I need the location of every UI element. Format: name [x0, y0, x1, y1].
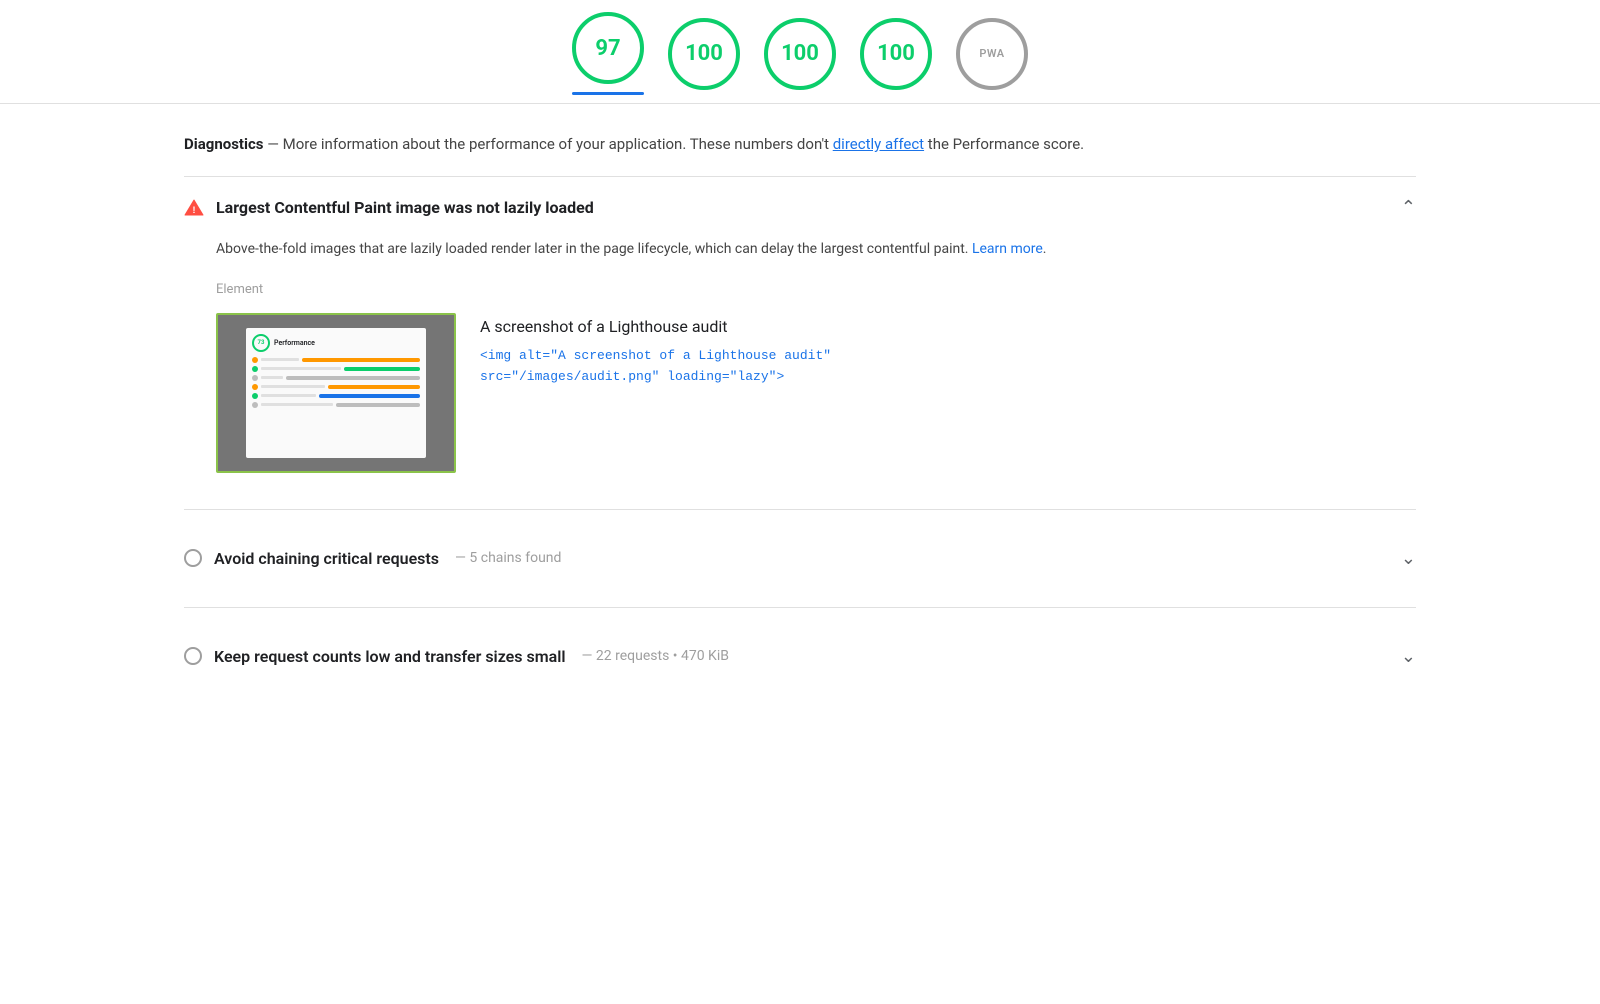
- lh-mock: 73 Performance: [246, 328, 426, 458]
- scores-bar: 97 100 100 100 PWA: [0, 0, 1600, 95]
- score-seo[interactable]: 100: [860, 18, 932, 90]
- audit-request-counts-header[interactable]: Keep request counts low and transfer siz…: [184, 628, 1416, 685]
- warning-icon: !: [184, 198, 204, 218]
- audit-request-counts-subtitle: — 22 requests • 470 KiB: [582, 648, 729, 664]
- chevron-down-icon-1[interactable]: ⌄: [1401, 548, 1416, 569]
- element-info: A screenshot of a Lighthouse audit <img …: [480, 313, 1416, 388]
- lh-mock-dot-1: [252, 357, 258, 363]
- score-pwa[interactable]: PWA: [956, 18, 1028, 90]
- audit-circle-icon-1: [184, 549, 202, 567]
- score-accessibility-wrapper[interactable]: 100: [668, 18, 740, 90]
- audit-chaining-header[interactable]: Avoid chaining critical requests — 5 cha…: [184, 530, 1416, 587]
- learn-more-link[interactable]: Learn more: [972, 241, 1043, 257]
- chevron-up-icon[interactable]: ⌃: [1401, 197, 1416, 218]
- chevron-down-icon-2[interactable]: ⌄: [1401, 646, 1416, 667]
- score-accessibility[interactable]: 100: [668, 18, 740, 90]
- diagnostics-description: — More information about the performance…: [263, 135, 832, 153]
- score-best-practices-wrapper[interactable]: 100: [764, 18, 836, 90]
- score-pwa-wrapper[interactable]: PWA: [956, 18, 1028, 90]
- lh-mock-line-6: [261, 403, 333, 406]
- lh-mock-row-3: [252, 375, 420, 381]
- lh-mock-bar-6: [336, 403, 420, 407]
- lh-mock-dot-6: [252, 402, 258, 408]
- score-accessibility-value: 100: [685, 41, 723, 66]
- audit-lcp-lazy: ! Largest Contentful Paint image was not…: [184, 177, 1416, 509]
- score-performance-value: 97: [595, 36, 620, 61]
- lh-mock-line-1: [261, 358, 299, 361]
- main-content: Diagnostics — More information about the…: [120, 104, 1480, 705]
- element-row: 73 Performance: [216, 313, 1416, 489]
- audit-chaining: Avoid chaining critical requests — 5 cha…: [184, 510, 1416, 607]
- lh-mock-dot-4: [252, 384, 258, 390]
- audit-lcp-lazy-title: Largest Contentful Paint image was not l…: [216, 198, 594, 217]
- audit-lcp-description-text: Above-the-fold images that are lazily lo…: [216, 241, 972, 257]
- svg-text:!: !: [193, 205, 196, 215]
- audit-chaining-left: Avoid chaining critical requests — 5 cha…: [184, 549, 561, 568]
- score-performance[interactable]: 97: [572, 12, 644, 84]
- screenshot-inner: 73 Performance: [218, 315, 454, 471]
- score-pwa-value: PWA: [979, 47, 1004, 60]
- lh-mock-bar-1: [302, 358, 420, 362]
- audit-request-counts-left: Keep request counts low and transfer siz…: [184, 647, 729, 666]
- lh-mock-row-6: [252, 402, 420, 408]
- lh-mock-row-2: [252, 366, 420, 372]
- lh-mock-header: 73 Performance: [252, 334, 420, 352]
- audit-request-counts-title: Keep request counts low and transfer siz…: [214, 647, 566, 666]
- lh-mock-line-5: [261, 394, 316, 397]
- lh-mock-line-3: [261, 376, 283, 379]
- lh-mock-bar-3: [286, 376, 420, 380]
- lh-mock-title: Performance: [274, 339, 315, 347]
- score-seo-value: 100: [877, 41, 915, 66]
- lh-mock-dot-5: [252, 393, 258, 399]
- audit-lcp-lazy-left: ! Largest Contentful Paint image was not…: [184, 198, 594, 218]
- lh-mock-row-4: [252, 384, 420, 390]
- diagnostics-description2: the Performance score.: [924, 135, 1084, 153]
- lh-mock-dot-2: [252, 366, 258, 372]
- element-name: A screenshot of a Lighthouse audit: [480, 317, 1416, 336]
- audit-lcp-description-end: .: [1043, 241, 1047, 257]
- element-code: <img alt="A screenshot of a Lighthouse a…: [480, 346, 1416, 388]
- lh-mock-bar-4: [328, 385, 420, 389]
- diagnostics-header: Diagnostics — More information about the…: [184, 104, 1416, 176]
- lh-mock-row-1: [252, 357, 420, 363]
- audit-lcp-description: Above-the-fold images that are lazily lo…: [216, 238, 1316, 262]
- audit-request-counts: Keep request counts low and transfer siz…: [184, 608, 1416, 705]
- element-code-line2: src="/images/audit.png" loading="lazy">: [480, 369, 784, 384]
- element-label: Element: [216, 282, 1416, 297]
- diagnostics-label: Diagnostics: [184, 135, 263, 153]
- lh-mock-bar-2: [344, 367, 420, 371]
- lh-mock-circle: 73: [252, 334, 270, 352]
- screenshot-thumbnail: 73 Performance: [216, 313, 456, 473]
- audit-circle-icon-2: [184, 647, 202, 665]
- score-best-practices[interactable]: 100: [764, 18, 836, 90]
- diagnostics-link[interactable]: directly affect: [833, 135, 924, 153]
- lh-mock-bar-5: [319, 394, 420, 398]
- lh-mock-dot-3: [252, 375, 258, 381]
- audit-lcp-lazy-header[interactable]: ! Largest Contentful Paint image was not…: [184, 197, 1416, 218]
- score-best-practices-value: 100: [781, 41, 819, 66]
- lh-mock-row-5: [252, 393, 420, 399]
- lh-mock-line-2: [261, 367, 341, 370]
- score-seo-wrapper[interactable]: 100: [860, 18, 932, 90]
- audit-chaining-title: Avoid chaining critical requests: [214, 549, 439, 568]
- lh-mock-line-4: [261, 385, 325, 388]
- element-code-line1: <img alt="A screenshot of a Lighthouse a…: [480, 348, 831, 363]
- audit-chaining-subtitle: — 5 chains found: [455, 550, 561, 566]
- score-performance-wrapper[interactable]: 97: [572, 12, 644, 95]
